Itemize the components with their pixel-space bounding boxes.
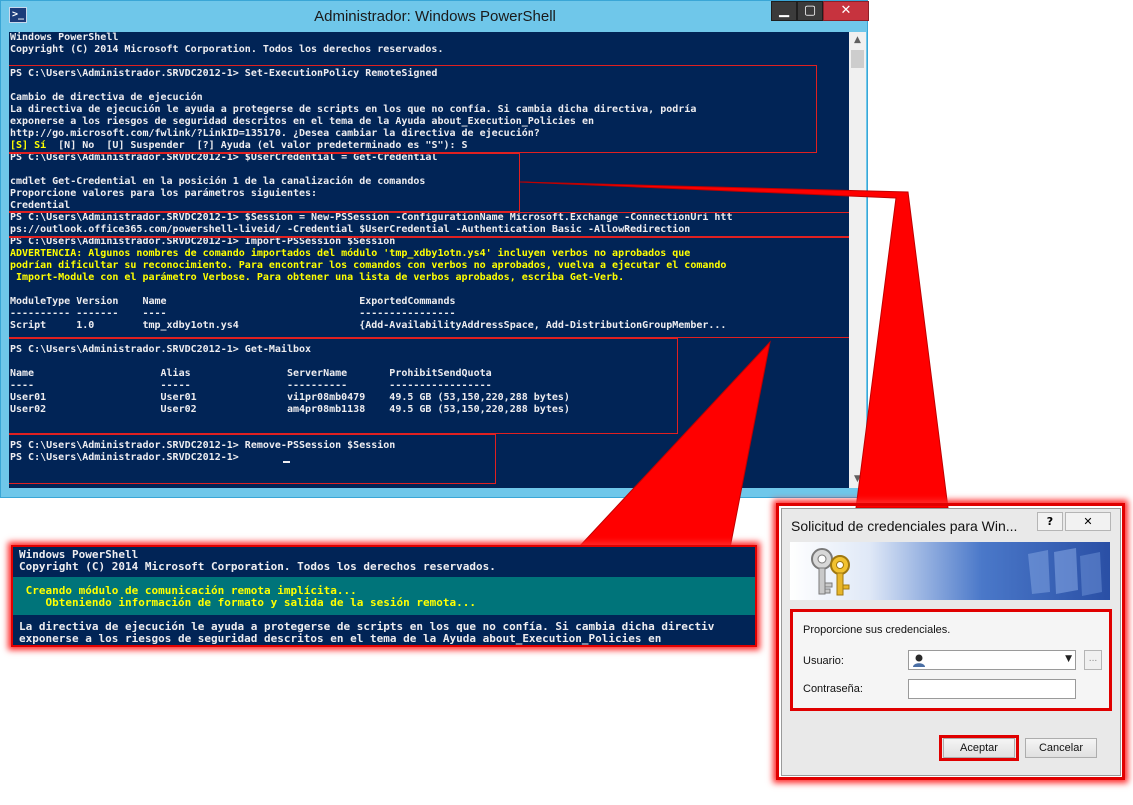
progress-status: Obteniendo información de formato y sali… <box>19 596 476 609</box>
text-cursor <box>283 461 290 463</box>
chevron-down-icon[interactable]: ▼ <box>1065 654 1072 664</box>
console-line: cmdlet Get-Credential en la posición 1 d… <box>10 176 426 187</box>
maximize-button[interactable]: ▢ <box>797 1 823 21</box>
scroll-down-arrow-icon[interactable]: ▼ <box>849 471 866 488</box>
module-table-rule: ---------- ------- ---- ---------------- <box>10 308 456 319</box>
zoom-line: Copyright (C) 2014 Microsoft Corporation… <box>19 560 496 573</box>
help-button[interactable]: ? <box>1037 512 1063 531</box>
close-button[interactable]: ✕ <box>823 1 869 21</box>
console-output[interactable]: Windows PowerShell Copyright (C) 2014 Mi… <box>9 32 849 488</box>
dialog-banner <box>790 542 1110 600</box>
module-table-row: Script 1.0 tmp_xdby1otn.ys4 {Add-Availab… <box>10 320 727 331</box>
console-line: Cambio de directiva de ejecución <box>10 92 203 103</box>
banner-decoration-icon <box>1028 548 1102 596</box>
warning-line: ADVERTENCIA: Algunos nombres de comando … <box>10 248 691 259</box>
default-choice: [S] Sí <box>10 140 47 151</box>
vertical-scrollbar[interactable]: ▲ ▼ <box>849 32 866 488</box>
password-label: Contraseña: <box>803 683 863 695</box>
credential-form: Proporcione sus credenciales. Usuario: ▼… <box>790 609 1112 711</box>
zoom-line: exponerse a los riesgos de seguridad des… <box>19 632 662 645</box>
browse-users-button[interactable]: ... <box>1084 650 1102 670</box>
console-line: La directiva de ejecución le ayuda a pro… <box>10 104 697 115</box>
mailbox-table-header: Name Alias ServerName ProhibitSendQuota <box>10 368 492 379</box>
warning-line: podrían dificultar su reconocimiento. Pa… <box>10 260 727 271</box>
warning-line: Import-Module con el parámetro Verbose. … <box>10 272 625 283</box>
password-field[interactable] <box>908 679 1076 699</box>
console-line: http://go.microsoft.com/fwlink/?LinkID=1… <box>10 128 540 139</box>
mailbox-table-row: User01 User01 vi1pr08mb0479 49.5 GB (53,… <box>10 392 570 403</box>
scroll-up-arrow-icon[interactable]: ▲ <box>849 32 866 49</box>
dialog-close-button[interactable]: ✕ <box>1065 512 1111 531</box>
console-line: PS C:\Users\Administrador.SRVDC2012-1> $… <box>10 212 733 223</box>
console-line: Copyright (C) 2014 Microsoft Corporation… <box>10 44 444 55</box>
cancel-button[interactable]: Cancelar <box>1025 738 1097 758</box>
console-line: PS C:\Users\Administrador.SRVDC2012-1> I… <box>10 236 396 247</box>
dialog-title: Solicitud de credenciales para Win... <box>791 518 1018 534</box>
console-line: PS C:\Users\Administrador.SRVDC2012-1> G… <box>10 344 312 355</box>
window-title: Administrador: Windows PowerShell <box>314 8 556 25</box>
module-table-header: ModuleType Version Name ExportedCommands <box>10 296 456 307</box>
keys-icon <box>811 548 850 596</box>
scrollbar-thumb[interactable] <box>851 50 864 68</box>
powershell-window: >_ Administrador: Windows PowerShell ▁ ▢… <box>0 0 869 498</box>
user-label: Usuario: <box>803 655 844 667</box>
ok-button[interactable]: Aceptar <box>943 738 1015 758</box>
credential-dialog: Solicitud de credenciales para Win... ? … <box>781 508 1121 776</box>
mailbox-table-rule: ---- ----- ---------- ----------------- <box>10 380 492 391</box>
console-choice-line: [S] Sí [N] No [U] Suspender [?] Ayuda (e… <box>10 140 468 152</box>
window-titlebar[interactable]: >_ Administrador: Windows PowerShell <box>1 1 869 31</box>
choice-options: [N] No [U] Suspender [?] Ayuda (el valor… <box>46 140 468 151</box>
user-avatar-icon <box>913 654 925 667</box>
console-prompt-line: PS C:\Users\Administrador.SRVDC2012-1> <box>10 452 245 463</box>
console-line: PS C:\Users\Administrador.SRVDC2012-1> R… <box>10 440 396 451</box>
console-line: PS C:\Users\Administrador.SRVDC2012-1> $… <box>10 152 438 163</box>
zoomed-console-snippet: Windows PowerShell Copyright (C) 2014 Mi… <box>11 545 757 647</box>
console-line: PS C:\Users\Administrador.SRVDC2012-1> S… <box>10 68 438 79</box>
console-line: Windows PowerShell <box>10 32 119 43</box>
console-line: Proporcione valores para los parámetros … <box>10 188 318 199</box>
mailbox-table-row: User02 User02 am4pr08mb1138 49.5 GB (53,… <box>10 404 570 415</box>
dialog-prompt: Proporcione sus credenciales. <box>803 624 951 636</box>
console-line: Credential <box>10 200 71 211</box>
console-line: ps://outlook.office365.com/powershell-li… <box>10 224 691 235</box>
minimize-button[interactable]: ▁ <box>771 1 797 21</box>
user-combobox[interactable]: ▼ <box>908 650 1076 670</box>
console-line: exponerse a los riesgos de seguridad des… <box>10 116 594 127</box>
